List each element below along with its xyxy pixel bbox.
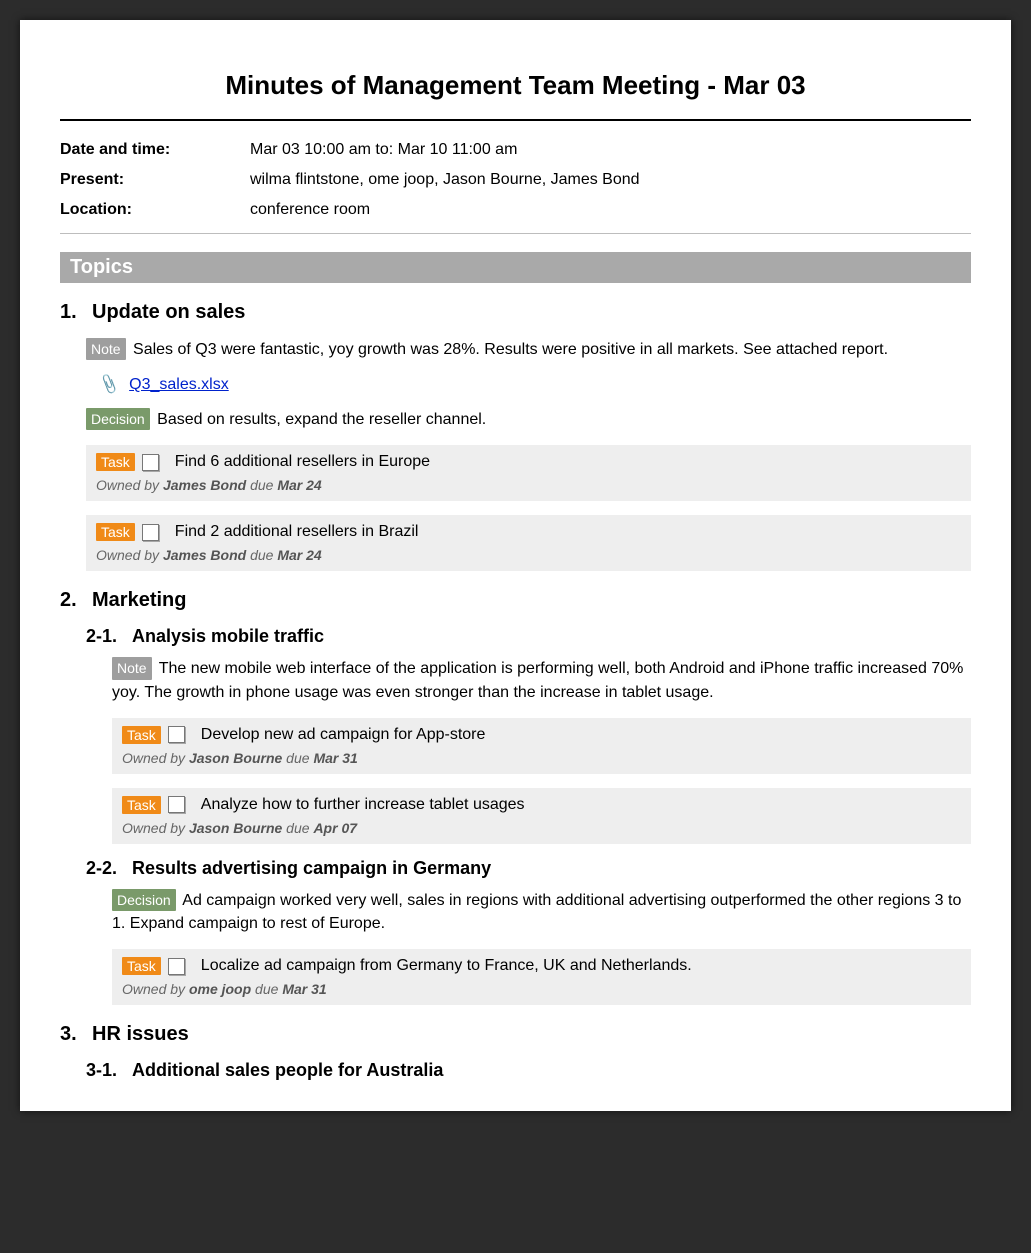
- task-due: Apr 07: [313, 820, 357, 836]
- paperclip-icon: 📎: [97, 373, 121, 396]
- topic-1-heading: 1. Update on sales: [60, 301, 971, 324]
- topic-2-heading: 2. Marketing: [60, 589, 971, 612]
- document-title: Minutes of Management Team Meeting - Mar…: [60, 70, 971, 101]
- meta-location-value: conference room: [250, 201, 971, 219]
- title-rule: [60, 119, 971, 121]
- decision-text: Ad campaign worked very well, sales in r…: [112, 892, 961, 932]
- decision-tag: Decision: [86, 408, 150, 430]
- task-item: Task Localize ad campaign from Germany t…: [112, 949, 971, 1005]
- task-meta: Owned by James Bond due Mar 24: [96, 547, 961, 563]
- task-text: Analyze how to further increase tablet u…: [201, 796, 525, 814]
- meta-present-label: Present:: [60, 171, 250, 189]
- subtopic-number: 3-1.: [86, 1060, 132, 1081]
- due-label: due: [282, 820, 313, 836]
- topic-number: 2.: [60, 589, 92, 612]
- meta-divider: [60, 233, 971, 234]
- task-owner: James Bond: [163, 477, 246, 493]
- task-meta: Owned by ome joop due Mar 31: [122, 981, 961, 997]
- owned-by-label: Owned by: [122, 820, 189, 836]
- topic-1-note: Note Sales of Q3 were fantastic, yoy gro…: [86, 338, 971, 361]
- task-checkbox[interactable]: [168, 958, 185, 975]
- topic-number: 3.: [60, 1023, 92, 1046]
- topic-title: Update on sales: [92, 301, 245, 324]
- topic-title: HR issues: [92, 1023, 189, 1046]
- topic-2-2-heading: 2-2. Results advertising campaign in Ger…: [86, 858, 971, 879]
- task-tag: Task: [122, 796, 161, 814]
- topic-title: Marketing: [92, 589, 186, 612]
- meta-present-value: wilma flintstone, ome joop, Jason Bourne…: [250, 171, 971, 189]
- topic-2-2-decision: Decision Ad campaign worked very well, s…: [112, 889, 971, 935]
- note-tag: Note: [86, 338, 126, 360]
- attachment-row: 📎 Q3_sales.xlsx: [100, 375, 971, 394]
- meta-location-label: Location:: [60, 201, 250, 219]
- task-meta: Owned by Jason Bourne due Apr 07: [122, 820, 961, 836]
- topic-2-1-heading: 2-1. Analysis mobile traffic: [86, 626, 971, 647]
- attachment-link[interactable]: Q3_sales.xlsx: [129, 376, 229, 393]
- task-owner: ome joop: [189, 981, 251, 997]
- task-checkbox[interactable]: [142, 524, 159, 541]
- owned-by-label: Owned by: [122, 750, 189, 766]
- topic-2-1-note: Note The new mobile web interface of the…: [112, 657, 971, 703]
- task-due: Mar 24: [277, 477, 321, 493]
- meta-table: Date and time: Mar 03 10:00 am to: Mar 1…: [60, 135, 971, 225]
- subtopic-title: Additional sales people for Australia: [132, 1060, 443, 1081]
- meta-date-label: Date and time:: [60, 141, 250, 159]
- task-tag: Task: [122, 726, 161, 744]
- task-item: Task Find 2 additional resellers in Braz…: [86, 515, 971, 571]
- task-meta: Owned by James Bond due Mar 24: [96, 477, 961, 493]
- subtopic-number: 2-1.: [86, 626, 132, 647]
- task-item: Task Develop new ad campaign for App-sto…: [112, 718, 971, 774]
- task-due: Mar 31: [282, 981, 326, 997]
- task-owner: Jason Bourne: [189, 750, 282, 766]
- task-text: Localize ad campaign from Germany to Fra…: [201, 957, 692, 975]
- due-label: due: [246, 477, 277, 493]
- subtopic-number: 2-2.: [86, 858, 132, 879]
- owned-by-label: Owned by: [96, 477, 163, 493]
- document-page: Minutes of Management Team Meeting - Mar…: [20, 20, 1011, 1111]
- task-tag: Task: [96, 523, 135, 541]
- task-item: Task Analyze how to further increase tab…: [112, 788, 971, 844]
- task-text: Develop new ad campaign for App-store: [201, 726, 486, 744]
- task-checkbox[interactable]: [168, 796, 185, 813]
- owned-by-label: Owned by: [96, 547, 163, 563]
- task-text: Find 2 additional resellers in Brazil: [175, 523, 419, 541]
- task-tag: Task: [96, 453, 135, 471]
- note-text: The new mobile web interface of the appl…: [112, 660, 963, 700]
- task-text: Find 6 additional resellers in Europe: [175, 453, 430, 471]
- decision-text: Based on results, expand the reseller ch…: [157, 411, 486, 428]
- topic-3-heading: 3. HR issues: [60, 1023, 971, 1046]
- meta-date-value: Mar 03 10:00 am to: Mar 10 11:00 am: [250, 141, 971, 159]
- note-text: Sales of Q3 were fantastic, yoy growth w…: [133, 341, 888, 358]
- due-label: due: [251, 981, 282, 997]
- task-owner: James Bond: [163, 547, 246, 563]
- task-checkbox[interactable]: [168, 726, 185, 743]
- task-checkbox[interactable]: [142, 454, 159, 471]
- topics-heading: Topics: [60, 252, 971, 283]
- task-due: Mar 24: [277, 547, 321, 563]
- due-label: due: [282, 750, 313, 766]
- note-tag: Note: [112, 657, 152, 679]
- task-tag: Task: [122, 957, 161, 975]
- decision-tag: Decision: [112, 889, 176, 911]
- subtopic-title: Results advertising campaign in Germany: [132, 858, 491, 879]
- task-owner: Jason Bourne: [189, 820, 282, 836]
- owned-by-label: Owned by: [122, 981, 189, 997]
- due-label: due: [246, 547, 277, 563]
- task-item: Task Find 6 additional resellers in Euro…: [86, 445, 971, 501]
- task-due: Mar 31: [313, 750, 357, 766]
- topic-number: 1.: [60, 301, 92, 324]
- subtopic-title: Analysis mobile traffic: [132, 626, 324, 647]
- topic-1-decision: Decision Based on results, expand the re…: [86, 408, 971, 431]
- topic-3-1-heading: 3-1. Additional sales people for Austral…: [86, 1060, 971, 1081]
- task-meta: Owned by Jason Bourne due Mar 31: [122, 750, 961, 766]
